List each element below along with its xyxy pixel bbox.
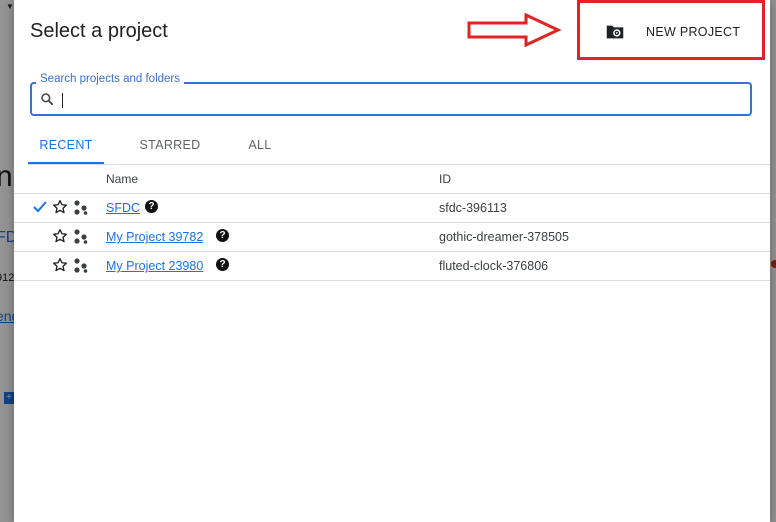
organization-icon (74, 200, 88, 215)
project-name-link[interactable]: SFDC (106, 201, 140, 215)
table-row[interactable]: My Project 23980 ? fluted-clock-376806 (14, 252, 770, 281)
tab-recent[interactable]: RECENT (28, 132, 104, 164)
search-field[interactable] (30, 82, 752, 116)
text-cursor (62, 93, 63, 108)
new-project-label: NEW PROJECT (646, 25, 741, 39)
project-name-link[interactable]: My Project 39782 (106, 230, 203, 244)
column-header-name[interactable]: Name (106, 172, 138, 186)
help-circle-icon[interactable]: ? (145, 200, 158, 213)
project-id: sfdc-396113 (439, 201, 507, 215)
star-outline-icon[interactable] (52, 199, 68, 215)
project-name-link[interactable]: My Project 23980 (106, 259, 203, 273)
table-row[interactable]: My Project 39782 ? gothic-dreamer-378505 (14, 223, 770, 252)
table-row[interactable]: SFDC ? sfdc-396113 (14, 194, 770, 223)
search-label: Search projects and folders (36, 73, 184, 85)
table-header: Name ID (14, 165, 770, 194)
folder-gear-icon (606, 25, 624, 39)
star-outline-icon[interactable] (52, 228, 68, 244)
help-circle-icon[interactable]: ? (216, 229, 229, 242)
search-input[interactable] (60, 89, 724, 111)
project-tabs: RECENT STARRED ALL (28, 132, 290, 164)
check-icon (33, 201, 47, 213)
dialog-title: Select a project (30, 20, 168, 42)
new-project-button[interactable]: NEW PROJECT (588, 12, 758, 52)
project-id: fluted-clock-376806 (439, 259, 549, 273)
project-id: gothic-dreamer-378505 (439, 230, 569, 244)
arrow-right-icon (467, 12, 562, 48)
search-icon (41, 93, 54, 106)
tab-all[interactable]: ALL (230, 132, 290, 162)
tab-starred[interactable]: STARRED (124, 132, 216, 162)
projects-table: Name ID SFDC ? sfdc-396113 My Project 39… (14, 165, 770, 281)
star-outline-icon[interactable] (52, 257, 68, 273)
help-circle-icon[interactable]: ? (216, 258, 229, 271)
organization-icon (74, 258, 88, 273)
column-header-id[interactable]: ID (439, 172, 451, 186)
select-project-dialog: Select a project NEW PROJECT Search proj… (14, 0, 770, 522)
organization-icon (74, 229, 88, 244)
